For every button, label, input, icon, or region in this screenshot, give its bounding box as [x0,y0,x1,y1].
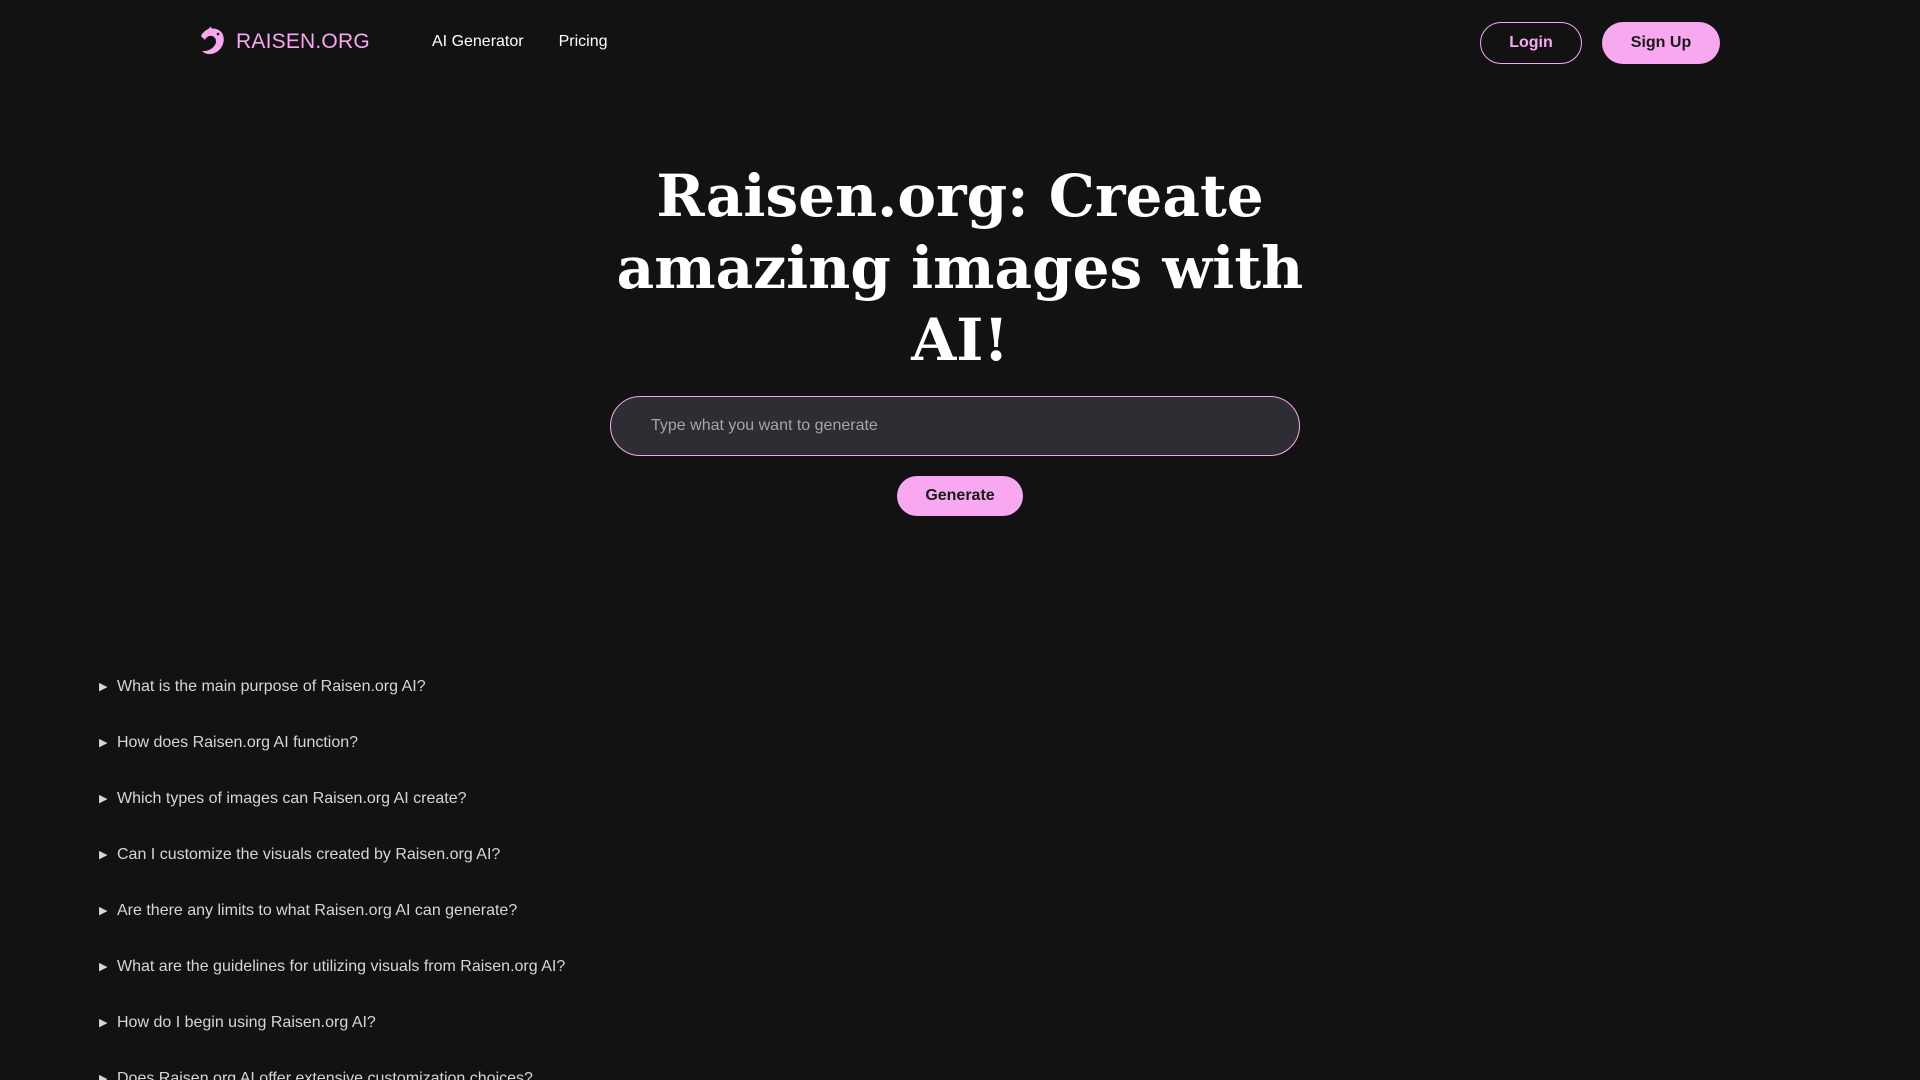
brand-home-link[interactable]: RAISEN.ORG [198,24,370,60]
faq-item[interactable]: ▶ Does Raisen.org AI offer extensive cus… [99,1068,999,1080]
disclosure-triangle-icon: ▶ [99,849,108,861]
faq-question: Which types of images can Raisen.org AI … [117,790,467,807]
faq-item[interactable]: ▶ What is the main purpose of Raisen.org… [99,676,999,732]
disclosure-triangle-icon: ▶ [99,681,108,693]
faq-item[interactable]: ▶ How does Raisen.org AI function? [99,732,999,788]
faq-question: Are there any limits to what Raisen.org … [117,902,518,919]
site-header: RAISEN.ORG AI Generator Pricing Login Si… [0,0,1920,84]
faq-question: Can I customize the visuals created by R… [117,846,501,863]
prompt-input-wrapper [610,396,1300,456]
login-button[interactable]: Login [1480,22,1582,64]
disclosure-triangle-icon: ▶ [99,737,108,749]
dolphin-logo-icon [201,26,224,55]
signup-button[interactable]: Sign Up [1602,22,1720,64]
faq-item[interactable]: ▶ What are the guidelines for utilizing … [99,956,999,1012]
disclosure-triangle-icon: ▶ [99,961,108,973]
faq-question: Does Raisen.org AI offer extensive custo… [117,1070,533,1080]
hero-title: Raisen.org: Create amazing images with A… [616,162,1304,374]
main-nav: AI Generator Pricing [432,30,608,54]
faq-question: How do I begin using Raisen.org AI? [117,1014,376,1031]
faq-item[interactable]: ▶ Can I customize the visuals created by… [99,844,999,900]
nav-ai-generator[interactable]: AI Generator [432,30,524,54]
faq-item[interactable]: ▶ Are there any limits to what Raisen.or… [99,900,999,956]
faq-list: ▶ What is the main purpose of Raisen.org… [99,676,999,1080]
brand-name: RAISEN.ORG [236,30,370,53]
disclosure-triangle-icon: ▶ [99,793,108,805]
generate-button[interactable]: Generate [897,476,1023,516]
hero-section: Raisen.org: Create amazing images with A… [0,160,1920,426]
faq-question: What is the main purpose of Raisen.org A… [117,678,426,695]
nav-pricing[interactable]: Pricing [559,30,608,54]
faq-item[interactable]: ▶ How do I begin using Raisen.org AI? [99,1012,999,1068]
faq-item[interactable]: ▶ Which types of images can Raisen.org A… [99,788,999,844]
faq-question: What are the guidelines for utilizing vi… [117,958,566,975]
prompt-input[interactable] [610,396,1300,456]
disclosure-triangle-icon: ▶ [99,905,108,917]
faq-question: How does Raisen.org AI function? [117,734,359,751]
disclosure-triangle-icon: ▶ [99,1017,108,1029]
auth-buttons: Login Sign Up [1480,22,1720,64]
page: RAISEN.ORG AI Generator Pricing Login Si… [0,0,1920,1080]
disclosure-triangle-icon: ▶ [99,1073,108,1080]
